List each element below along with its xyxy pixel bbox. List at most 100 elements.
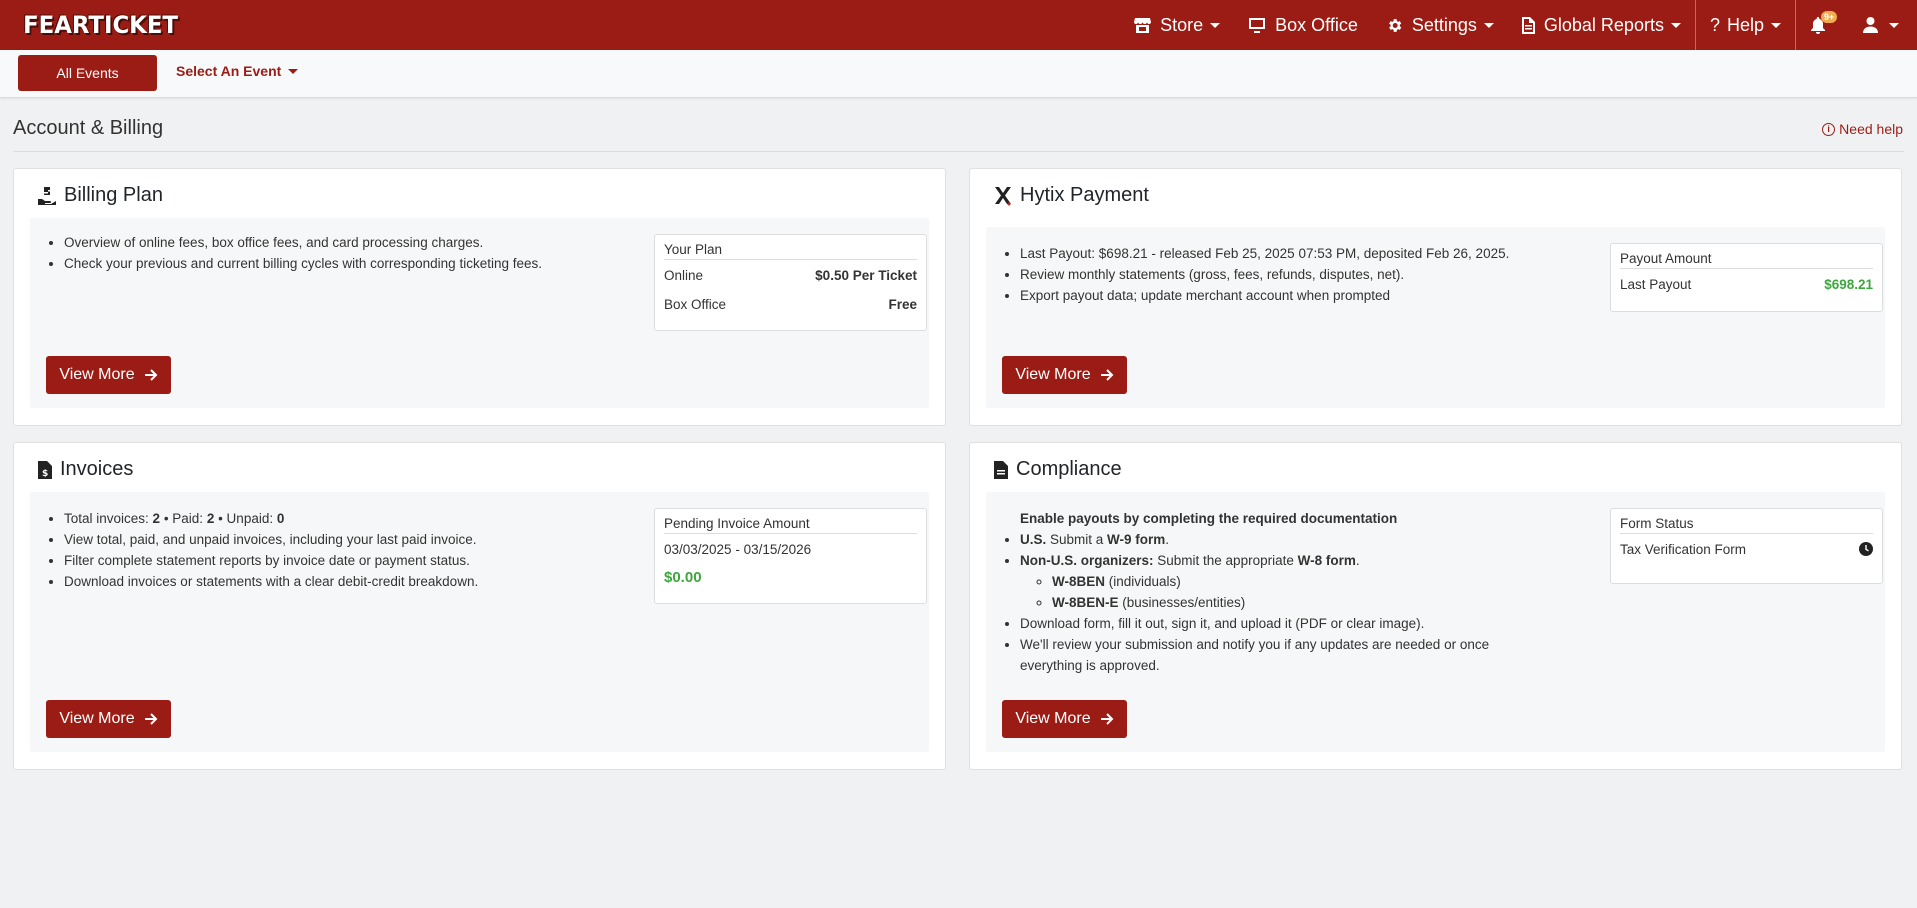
invoices-title: Invoices [60, 458, 134, 480]
list-item: Overview of online fees, box office fees… [64, 232, 542, 253]
w8ben-e-label: W-8BEN-E [1052, 595, 1119, 610]
compliance-us-item: U.S. Submit a W-9 form. [1020, 529, 1532, 550]
compliance-intro-text: Enable payouts by completing the require… [1020, 511, 1398, 526]
nav-help-label: Help [1726, 14, 1764, 35]
your-plan-heading: Your Plan [664, 242, 917, 260]
payout-amount-heading: Payout Amount [1620, 251, 1873, 269]
view-more-label: View More [1015, 366, 1091, 383]
unpaid-value: 0 [276, 511, 285, 526]
billing-plan-bullets: Overview of online fees, box office fees… [46, 232, 542, 274]
compliance-view-more-button[interactable]: View More [1002, 700, 1127, 738]
list-item: Check your previous and current billing … [64, 253, 542, 274]
form-status-box: Form Status Tax Verification Form [1610, 508, 1883, 584]
non-us-text: Submit the appropriate [1153, 553, 1298, 568]
store-icon [1134, 18, 1152, 33]
hytix-payment-bullets: Last Payout: $698.21 - released Feb 25, … [1002, 243, 1509, 306]
chevron-down-icon [288, 68, 299, 74]
invoices-view-more-button[interactable]: View More [46, 700, 171, 738]
nav-global-reports-label: Global Reports [1543, 14, 1664, 35]
w8-form-label: W-8 form [1297, 553, 1356, 568]
invoices-card: $ Invoices Total invoices: 2 • Paid: 2 •… [13, 442, 946, 770]
brand-logo[interactable]: FEARTICKET [19, 11, 182, 39]
arrow-right-icon [1100, 713, 1114, 725]
card-body: Overview of online fees, box office fees… [30, 218, 929, 408]
hytix-payment-card: Hytix Payment Last Payout: $698.21 - rel… [969, 168, 1902, 426]
nav-global-reports[interactable]: Global Reports [1508, 0, 1695, 50]
chevron-down-icon [1771, 22, 1781, 28]
plan-box-office-value: Free [888, 297, 917, 312]
period: . [1355, 553, 1360, 568]
nav-settings[interactable]: Settings [1372, 0, 1508, 50]
view-more-label: View More [59, 366, 135, 383]
w8ben-desc: (individuals) [1104, 574, 1181, 589]
card-header: Hytix Payment [994, 184, 1149, 207]
list-item: Filter complete statement reports by inv… [64, 550, 478, 571]
card-body: Enable payouts by completing the require… [986, 492, 1885, 752]
view-more-label: View More [1015, 710, 1091, 727]
nav-user[interactable] [1849, 0, 1917, 50]
non-us-label: Non-U.S. organizers: [1020, 553, 1154, 568]
last-payout-value: $698.21 [1824, 277, 1873, 292]
chevron-down-icon [1889, 22, 1899, 28]
nav-store-label: Store [1160, 14, 1204, 35]
view-more-label: View More [59, 710, 135, 727]
us-text: Submit a [1046, 532, 1108, 547]
chevron-down-icon [1483, 22, 1494, 28]
w8-sublist: W-8BEN (individuals) W-8BEN-E (businesse… [1034, 571, 1532, 613]
billing-plan-card: Billing Plan Overview of online fees, bo… [13, 168, 946, 426]
payout-amount-box: Payout Amount Last Payout $698.21 [1610, 243, 1883, 312]
all-events-button[interactable]: All Events [18, 55, 157, 91]
invoice-range-row: 03/03/2025 - 03/15/2026 [664, 542, 917, 569]
pending-amount: $0.00 [664, 569, 702, 586]
list-item: Download invoices or statements with a c… [64, 571, 478, 592]
compliance-non-us-item: Non-U.S. organizers: Submit the appropri… [1020, 550, 1532, 613]
plan-row-box-office: Box Office Free [664, 297, 917, 326]
question-icon: ? [1709, 14, 1720, 35]
card-header: Billing Plan [38, 184, 163, 207]
hytix-logo-icon [995, 186, 1011, 205]
arrow-right-icon [144, 369, 158, 381]
top-navbar: FEARTICKET Store Box Office Settings Glo… [0, 0, 1917, 50]
invoice-summary: Total invoices: 2 • Paid: 2 • Unpaid: 0 [64, 508, 478, 529]
list-item: Download form, fill it out, sign it, and… [1020, 613, 1532, 634]
need-help-label: Need help [1839, 121, 1903, 137]
billing-plan-view-more-button[interactable]: View More [46, 356, 171, 394]
compliance-list: Enable payouts by completing the require… [1002, 508, 1532, 676]
card-body: Total invoices: 2 • Paid: 2 • Unpaid: 0 … [30, 492, 929, 752]
nav-help[interactable]: ? Help [1696, 0, 1795, 50]
pending-invoice-heading: Pending Invoice Amount [664, 516, 917, 534]
total-invoices-value: 2 [152, 511, 161, 526]
unpaid-label: • Unpaid: [214, 511, 277, 526]
w8ben-e-desc: (businesses/entities) [1118, 595, 1246, 610]
list-item: View total, paid, and unpaid invoices, i… [64, 529, 478, 550]
w9-form-label: W-9 form [1107, 532, 1166, 547]
list-item: Review monthly statements (gross, fees, … [1020, 264, 1509, 285]
your-plan-box: Your Plan Online $0.50 Per Ticket Box Of… [654, 234, 927, 331]
last-payout-row: Last Payout $698.21 [1620, 277, 1873, 306]
hytix-payment-view-more-button[interactable]: View More [1002, 356, 1127, 394]
us-label: U.S. [1020, 532, 1047, 547]
need-help-link[interactable]: i Need help [1822, 121, 1903, 137]
tax-form-label: Tax Verification Form [1620, 542, 1747, 557]
monitor-icon [1249, 18, 1266, 33]
gear-icon [1388, 18, 1402, 32]
period: . [1165, 532, 1170, 547]
compliance-card: Compliance Enable payouts by completing … [969, 442, 1902, 770]
compliance-intro: Enable payouts by completing the require… [1020, 508, 1532, 529]
list-item: Export payout data; update merchant acco… [1020, 285, 1509, 306]
hytix-payment-title: Hytix Payment [1020, 184, 1149, 206]
divider [13, 151, 1904, 152]
nav-notifications[interactable]: 9+ [1796, 0, 1849, 50]
nav-box-office[interactable]: Box Office [1234, 0, 1372, 50]
invoice-icon: $ [38, 460, 52, 479]
clock-icon [1859, 542, 1873, 556]
list-item: W-8BEN-E (businesses/entities) [1052, 592, 1532, 613]
chevron-down-icon [1670, 22, 1681, 28]
nav-store[interactable]: Store [1120, 0, 1234, 50]
chevron-down-icon [1210, 22, 1221, 28]
document-icon [994, 460, 1008, 479]
hand-money-icon [38, 186, 56, 205]
info-icon: i [1822, 122, 1836, 136]
invoices-bullets: Total invoices: 2 • Paid: 2 • Unpaid: 0 … [46, 508, 478, 592]
select-event-dropdown[interactable]: Select An Event [176, 63, 299, 79]
